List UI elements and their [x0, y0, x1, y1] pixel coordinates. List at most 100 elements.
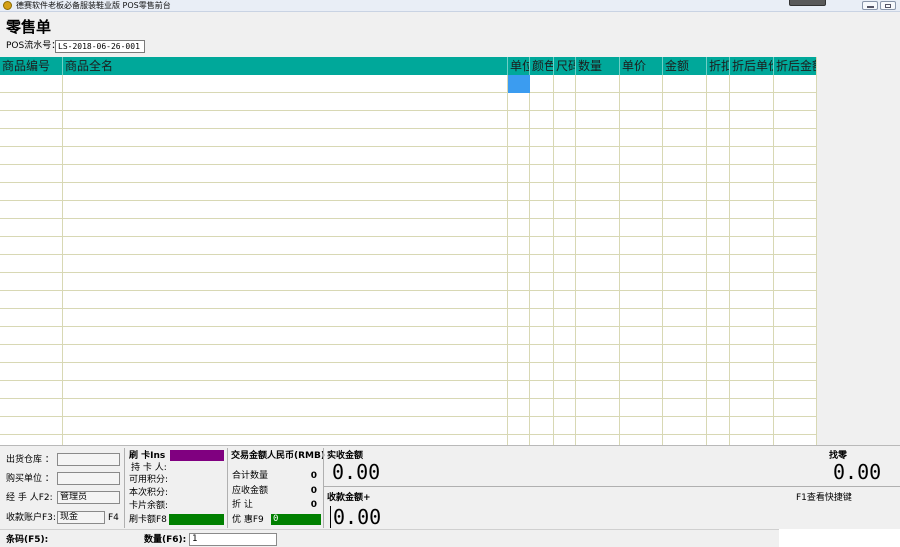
table-cell[interactable] [620, 237, 663, 255]
table-row[interactable] [0, 399, 816, 417]
account-field[interactable]: 现金 [57, 511, 105, 524]
table-cell[interactable] [530, 345, 554, 363]
table-cell[interactable] [663, 417, 707, 435]
table-cell[interactable] [0, 291, 63, 309]
table-cell[interactable] [620, 381, 663, 399]
table-cell[interactable] [63, 165, 508, 183]
table-cell[interactable] [530, 327, 554, 345]
table-cell[interactable] [0, 363, 63, 381]
pos-number-field[interactable]: LS-2018-06-26-001 [55, 40, 145, 53]
swipe-card-field[interactable] [170, 450, 224, 461]
table-cell[interactable] [63, 363, 508, 381]
table-cell[interactable] [730, 399, 774, 417]
table-cell[interactable] [663, 183, 707, 201]
table-cell[interactable] [620, 75, 663, 93]
table-cell[interactable] [774, 417, 816, 435]
table-cell[interactable] [508, 381, 530, 399]
table-cell[interactable] [774, 363, 816, 381]
table-cell[interactable] [508, 237, 530, 255]
table-cell[interactable] [620, 345, 663, 363]
table-cell[interactable] [508, 129, 530, 147]
table-cell[interactable] [530, 93, 554, 111]
table-cell[interactable] [63, 111, 508, 129]
account-hotkey[interactable]: F4 [108, 513, 119, 524]
col-quantity[interactable]: 数量 [576, 57, 620, 75]
table-cell[interactable] [0, 129, 63, 147]
table-cell[interactable] [530, 291, 554, 309]
table-cell[interactable] [530, 111, 554, 129]
table-cell[interactable] [554, 381, 576, 399]
table-cell[interactable] [554, 291, 576, 309]
table-cell[interactable] [63, 237, 508, 255]
table-cell[interactable] [576, 75, 620, 93]
table-cell[interactable] [663, 147, 707, 165]
table-cell[interactable] [0, 147, 63, 165]
table-cell[interactable] [663, 201, 707, 219]
table-cell[interactable] [554, 363, 576, 381]
table-cell[interactable] [63, 183, 508, 201]
table-row[interactable] [0, 273, 816, 291]
table-cell[interactable] [730, 345, 774, 363]
table-cell[interactable] [576, 111, 620, 129]
table-cell[interactable] [554, 417, 576, 435]
table-cell[interactable] [63, 327, 508, 345]
table-cell[interactable] [730, 147, 774, 165]
table-cell[interactable] [508, 435, 530, 445]
table-cell[interactable] [530, 147, 554, 165]
table-cell[interactable] [707, 327, 730, 345]
table-row[interactable] [0, 363, 816, 381]
table-cell[interactable] [707, 381, 730, 399]
table-cell[interactable] [576, 273, 620, 291]
table-cell[interactable] [707, 417, 730, 435]
table-cell[interactable] [63, 75, 508, 93]
table-row[interactable] [0, 165, 816, 183]
table-cell[interactable] [554, 75, 576, 93]
table-cell[interactable] [620, 111, 663, 129]
table-cell[interactable] [0, 75, 63, 93]
table-cell[interactable] [774, 291, 816, 309]
table-cell[interactable] [774, 435, 816, 445]
table-cell[interactable] [530, 417, 554, 435]
table-cell[interactable] [620, 219, 663, 237]
table-cell[interactable] [554, 237, 576, 255]
table-row[interactable] [0, 129, 816, 147]
table-row[interactable] [0, 75, 816, 93]
table-cell[interactable] [730, 327, 774, 345]
table-row[interactable] [0, 417, 816, 435]
table-cell[interactable] [554, 93, 576, 111]
table-row[interactable] [0, 345, 816, 363]
table-cell[interactable] [508, 219, 530, 237]
table-cell[interactable] [774, 201, 816, 219]
table-cell[interactable] [554, 129, 576, 147]
table-cell[interactable] [576, 237, 620, 255]
table-cell[interactable] [530, 237, 554, 255]
table-cell[interactable] [620, 273, 663, 291]
table-cell[interactable] [576, 363, 620, 381]
table-cell[interactable] [576, 165, 620, 183]
table-cell[interactable] [530, 183, 554, 201]
table-cell[interactable] [774, 309, 816, 327]
table-cell[interactable] [663, 111, 707, 129]
table-cell[interactable] [663, 93, 707, 111]
table-cell[interactable] [508, 345, 530, 363]
col-discounted-amount[interactable]: 折后金额 [774, 57, 816, 75]
toolbar-dark-button[interactable] [789, 0, 826, 6]
table-cell[interactable] [663, 273, 707, 291]
table-cell[interactable] [620, 327, 663, 345]
table-row[interactable] [0, 183, 816, 201]
table-row[interactable] [0, 255, 816, 273]
table-cell[interactable] [530, 435, 554, 445]
table-cell[interactable] [620, 417, 663, 435]
table-cell[interactable] [707, 147, 730, 165]
table-cell[interactable] [663, 291, 707, 309]
table-cell[interactable] [707, 75, 730, 93]
promo-field[interactable]: 0 [271, 514, 321, 525]
table-cell[interactable] [774, 183, 816, 201]
table-cell[interactable] [0, 219, 63, 237]
table-cell[interactable] [0, 93, 63, 111]
table-cell[interactable] [554, 147, 576, 165]
table-cell[interactable] [730, 93, 774, 111]
table-cell[interactable] [620, 291, 663, 309]
table-row[interactable] [0, 219, 816, 237]
table-cell[interactable] [663, 363, 707, 381]
